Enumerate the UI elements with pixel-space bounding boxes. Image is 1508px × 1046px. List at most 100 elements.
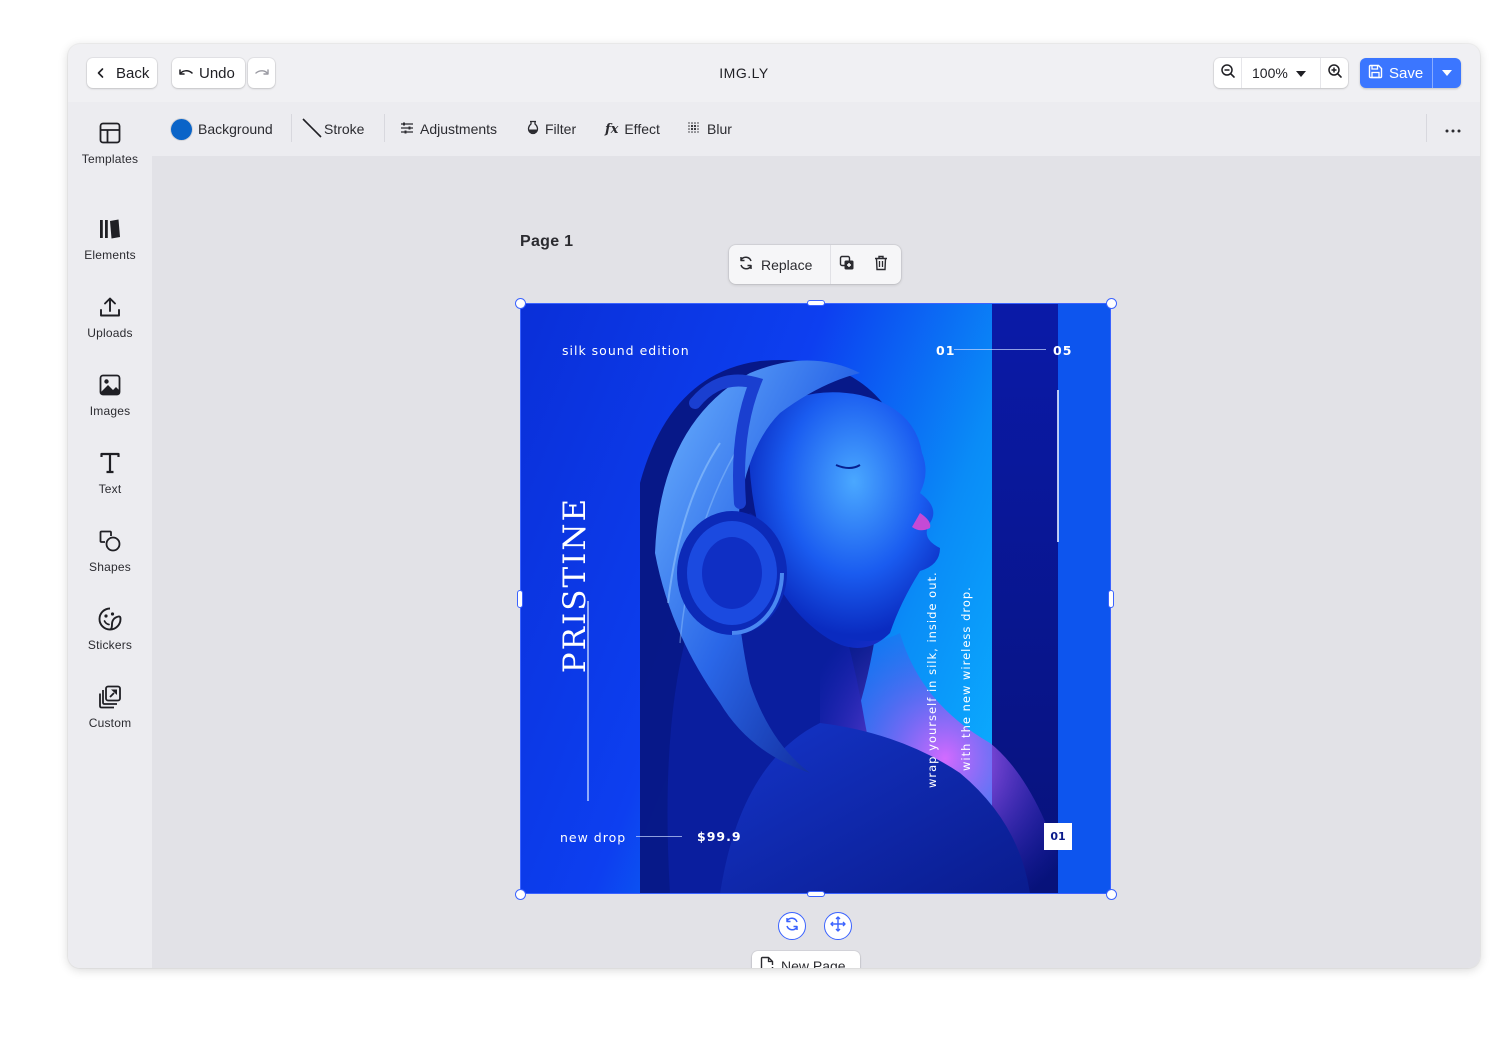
fx-icon: fx: [605, 121, 619, 137]
new-page-icon: [760, 956, 776, 968]
blur-icon: [687, 121, 701, 138]
sidebar-item-label: Uploads: [87, 326, 133, 340]
resize-handle-left[interactable]: [517, 590, 523, 608]
poster-badge: 01: [1044, 823, 1072, 850]
stroke-icon: [302, 117, 322, 141]
poster-page-end: 05: [1053, 343, 1073, 358]
rotate-handle[interactable]: [778, 912, 806, 940]
sidebar-item-custom[interactable]: Custom: [68, 680, 152, 744]
sidebar: Templates Elements Uploads Images Text S…: [68, 102, 152, 968]
filter-icon: [527, 120, 539, 138]
text-icon: [97, 450, 123, 476]
sticker-icon: [97, 606, 123, 632]
sidebar-item-label: Images: [89, 404, 131, 418]
more-options-button[interactable]: [1440, 116, 1466, 142]
toolbar-divider: [384, 114, 385, 142]
effect-button[interactable]: fx Effect: [605, 116, 660, 142]
poster-price: $99.9: [697, 829, 742, 844]
templates-icon: [97, 120, 123, 146]
poster-tagline-line1: wrap yourself in silk, inside out.: [925, 571, 939, 788]
move-handle[interactable]: [824, 912, 852, 940]
sidebar-item-templates[interactable]: Templates: [68, 116, 152, 180]
sidebar-item-label: Shapes: [89, 560, 131, 574]
delete-button[interactable]: [869, 253, 893, 277]
trash-icon: [874, 255, 888, 276]
sidebar-item-text[interactable]: Text: [68, 446, 152, 510]
poster-drop-label: new drop: [560, 830, 627, 845]
save-control: Save: [1360, 58, 1461, 88]
page-title: Page 1: [520, 233, 574, 250]
design-page[interactable]: silk sound edition 01 05 PRISTINE wrap y…: [520, 303, 1111, 894]
zoom-in-icon: [1327, 63, 1343, 84]
sidebar-item-label: Text: [98, 482, 122, 496]
resize-handle-top-right[interactable]: [1106, 298, 1117, 309]
blur-button[interactable]: Blur: [687, 116, 732, 142]
ellipsis-icon: [1445, 120, 1461, 138]
resize-handle-bottom-left[interactable]: [515, 889, 526, 900]
upload-icon: [97, 294, 123, 320]
zoom-in-button[interactable]: [1320, 58, 1348, 88]
resize-handle-bottom[interactable]: [807, 891, 825, 897]
background-color-swatch: [171, 118, 192, 140]
image-icon: [97, 372, 123, 398]
sidebar-item-images[interactable]: Images: [68, 368, 152, 432]
replace-button[interactable]: Replace: [729, 245, 831, 284]
toolbar-divider: [1426, 114, 1427, 142]
resize-handle-bottom-right[interactable]: [1106, 889, 1117, 900]
background-label: Background: [198, 121, 273, 137]
sidebar-item-label: Elements: [84, 248, 136, 262]
stroke-label: Stroke: [324, 121, 365, 137]
sidebar-item-stickers[interactable]: Stickers: [68, 602, 152, 666]
stroke-button[interactable]: Stroke: [302, 116, 364, 142]
save-label: Save: [1389, 64, 1424, 82]
sidebar-item-uploads[interactable]: Uploads: [68, 290, 152, 354]
zoom-out-button[interactable]: [1214, 58, 1242, 88]
resize-handle-right[interactable]: [1108, 590, 1114, 608]
resize-handle-top[interactable]: [807, 300, 825, 306]
sidebar-item-label: Custom: [88, 716, 132, 730]
sidebar-item-label: Templates: [81, 152, 139, 166]
sliders-icon: [400, 121, 414, 138]
poster-edition-text: silk sound edition: [562, 343, 690, 358]
caret-down-icon: [1295, 65, 1306, 81]
resize-handle-top-left[interactable]: [515, 298, 526, 309]
rotate-icon: [784, 916, 800, 937]
save-options-button[interactable]: [1432, 58, 1461, 88]
poster-brand-title: PRISTINE: [557, 496, 593, 674]
adjustments-button[interactable]: Adjustments: [400, 116, 497, 142]
background-button[interactable]: Background: [171, 116, 273, 142]
elements-icon: [97, 216, 123, 242]
save-button[interactable]: Save: [1360, 58, 1432, 88]
duplicate-button[interactable]: [835, 253, 859, 277]
replace-icon: [738, 255, 754, 274]
top-bar: Back Undo IMG.LY 100% Save: [68, 44, 1480, 102]
floppy-disk-icon: [1368, 64, 1383, 83]
filter-button[interactable]: Filter: [527, 116, 576, 142]
context-toolbar: Replace: [729, 245, 901, 284]
sidebar-item-shapes[interactable]: Shapes: [68, 524, 152, 588]
poster-page-start: 01: [936, 343, 956, 358]
poster-tagline-line2: with the new wireless drop.: [959, 586, 973, 771]
sidebar-item-elements[interactable]: Elements: [68, 212, 152, 276]
sidebar-item-label: Stickers: [87, 638, 133, 652]
editor-window: Back Undo IMG.LY 100% Save Templates Ele…: [68, 44, 1480, 968]
blur-label: Blur: [707, 121, 732, 137]
canvas-area: Background Stroke Adjustments Filter fx …: [152, 102, 1480, 968]
effect-label: Effect: [624, 121, 660, 137]
replace-label: Replace: [761, 256, 813, 273]
move-icon: [830, 915, 846, 937]
inspector-toolbar: Background Stroke Adjustments Filter fx …: [152, 102, 1480, 156]
duplicate-icon: [839, 255, 855, 276]
zoom-control: 100%: [1214, 58, 1348, 88]
custom-icon: [97, 684, 123, 710]
adjustments-label: Adjustments: [420, 121, 498, 137]
new-page-label: New Page: [781, 957, 846, 969]
zoom-out-icon: [1220, 63, 1236, 84]
zoom-level-value: 100%: [1252, 65, 1288, 81]
filter-label: Filter: [545, 121, 577, 137]
new-page-button[interactable]: New Page: [752, 951, 860, 968]
zoom-level-dropdown[interactable]: 100%: [1242, 58, 1320, 88]
toolbar-divider: [291, 114, 292, 142]
poster-artwork: [520, 303, 1111, 894]
shapes-icon: [97, 528, 123, 554]
